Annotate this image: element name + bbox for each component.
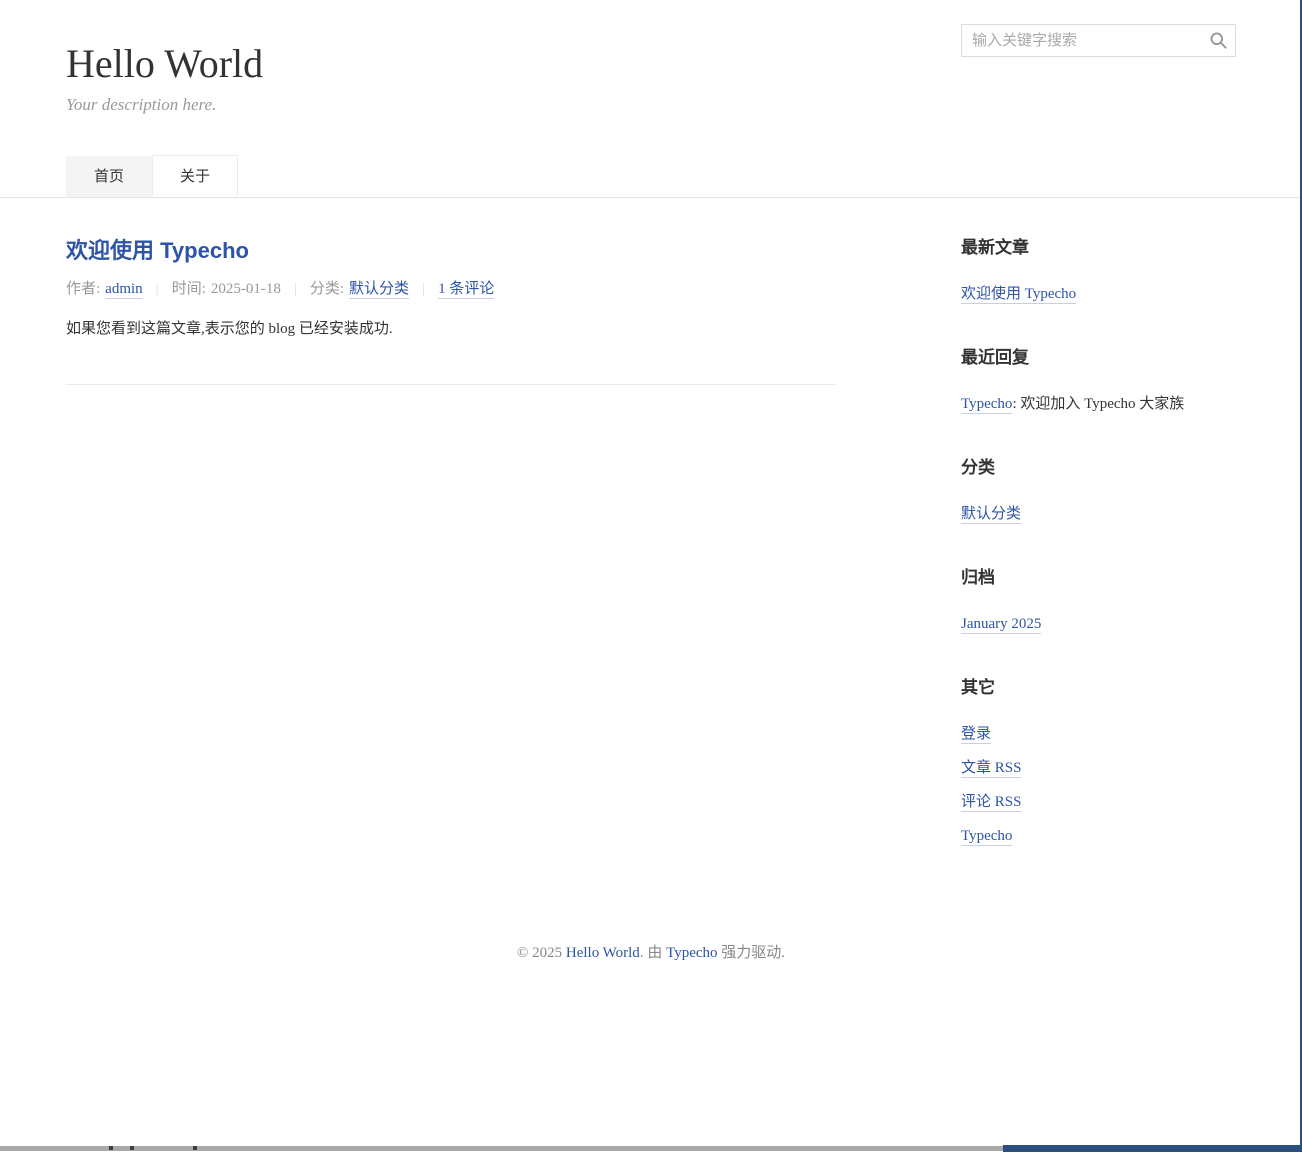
- post-title-link[interactable]: 欢迎使用 Typecho: [66, 238, 249, 263]
- post-comments-link[interactable]: 1 条评论: [438, 281, 494, 299]
- widget-misc: 其它 登录 文章 RSS 评论 RSS Typecho: [961, 678, 1236, 845]
- post-author-link[interactable]: admin: [105, 281, 143, 299]
- taskbar-sliver-accent: [1003, 1145, 1302, 1152]
- footer-suffix-text: 强力驱动.: [718, 945, 786, 961]
- archive-link[interactable]: January 2025: [961, 616, 1041, 634]
- sidebar: 最新文章 欢迎使用 Typecho 最近回复 Typecho: 欢迎加入 Typ…: [961, 238, 1236, 845]
- taskbar-icon-sliver: [193, 1146, 197, 1150]
- footer: © 2025 Hello World. 由 Typecho 强力驱动.: [0, 944, 1302, 962]
- taskbar-icon-sliver: [130, 1146, 134, 1150]
- post: 欢迎使用 Typecho 作者: admin | 时间: 2025-01-18 | 分类: 默…: [66, 238, 836, 385]
- list-item: Typecho: [961, 827, 1236, 845]
- post-meta: 作者: admin | 时间: 2025-01-18 | 分类: 默认分类 | 1 条评论: [66, 280, 836, 298]
- meta-separator: |: [294, 281, 297, 297]
- widget-archives: 归档 January 2025: [961, 568, 1236, 633]
- typecho-link[interactable]: Typecho: [961, 828, 1012, 846]
- list-item: 评论 RSS: [961, 793, 1236, 811]
- nav-tab-about[interactable]: 关于: [152, 155, 238, 196]
- comments-rss-link[interactable]: 评论 RSS: [961, 794, 1021, 812]
- list-item: 默认分类: [961, 505, 1236, 523]
- post-divider: [66, 384, 836, 385]
- widget-heading: 最近回复: [961, 348, 1236, 368]
- list-item: Typecho: 欢迎加入 Typecho 大家族: [961, 395, 1236, 413]
- nav-tab-home[interactable]: 首页: [66, 156, 152, 197]
- post-title: 欢迎使用 Typecho: [66, 238, 836, 264]
- taskbar-icon-sliver: [109, 1146, 113, 1150]
- post-list: 欢迎使用 Typecho 作者: admin | 时间: 2025-01-18 | 分类: 默…: [66, 238, 836, 385]
- search-icon[interactable]: [1209, 31, 1228, 50]
- login-link[interactable]: 登录: [961, 726, 991, 744]
- footer-copyright: © 2025: [517, 945, 566, 961]
- widget-heading: 分类: [961, 458, 1236, 478]
- list-item: 欢迎使用 Typecho: [961, 285, 1236, 303]
- widget-heading: 其它: [961, 678, 1236, 698]
- reply-author-link[interactable]: Typecho: [961, 396, 1012, 414]
- main-content: 欢迎使用 Typecho 作者: admin | 时间: 2025-01-18 | 分类: 默…: [66, 198, 1236, 944]
- recent-post-link[interactable]: 欢迎使用 Typecho: [961, 286, 1076, 304]
- widget-recent-replies: 最近回复 Typecho: 欢迎加入 Typecho 大家族: [961, 348, 1236, 413]
- reply-text: : 欢迎加入 Typecho 大家族: [1012, 396, 1184, 412]
- footer-middle-text: . 由: [640, 945, 666, 961]
- widget-heading: 最新文章: [961, 238, 1236, 258]
- site-description: Your description here.: [66, 94, 1236, 116]
- post-category-link[interactable]: 默认分类: [349, 281, 409, 299]
- post-body: 如果您看到这篇文章,表示您的 blog 已经安装成功.: [66, 320, 836, 339]
- posts-rss-link[interactable]: 文章 RSS: [961, 760, 1021, 778]
- widget-recent-posts: 最新文章 欢迎使用 Typecho: [961, 238, 1236, 303]
- list-item: 文章 RSS: [961, 759, 1236, 777]
- post-author-label: 作者:: [66, 281, 100, 297]
- widget-categories: 分类 默认分类: [961, 458, 1236, 523]
- meta-separator: |: [422, 281, 425, 297]
- site-header: Hello World Your description here. 首页 关于: [0, 0, 1302, 198]
- post-category-label: 分类:: [310, 281, 344, 297]
- footer-typecho-link[interactable]: Typecho: [666, 945, 717, 961]
- list-item: January 2025: [961, 615, 1236, 633]
- category-link[interactable]: 默认分类: [961, 506, 1021, 524]
- main-nav: 首页 关于: [66, 155, 1236, 197]
- footer-site-link[interactable]: Hello World: [566, 945, 640, 961]
- search-input[interactable]: [961, 24, 1236, 57]
- list-item: 登录: [961, 725, 1236, 743]
- taskbar-sliver: [0, 1146, 1003, 1151]
- post-date-label: 时间:: [172, 281, 206, 297]
- post-date: 2025-01-18: [211, 281, 281, 297]
- widget-heading: 归档: [961, 568, 1236, 588]
- search-form: [961, 24, 1236, 57]
- meta-separator: |: [156, 281, 159, 297]
